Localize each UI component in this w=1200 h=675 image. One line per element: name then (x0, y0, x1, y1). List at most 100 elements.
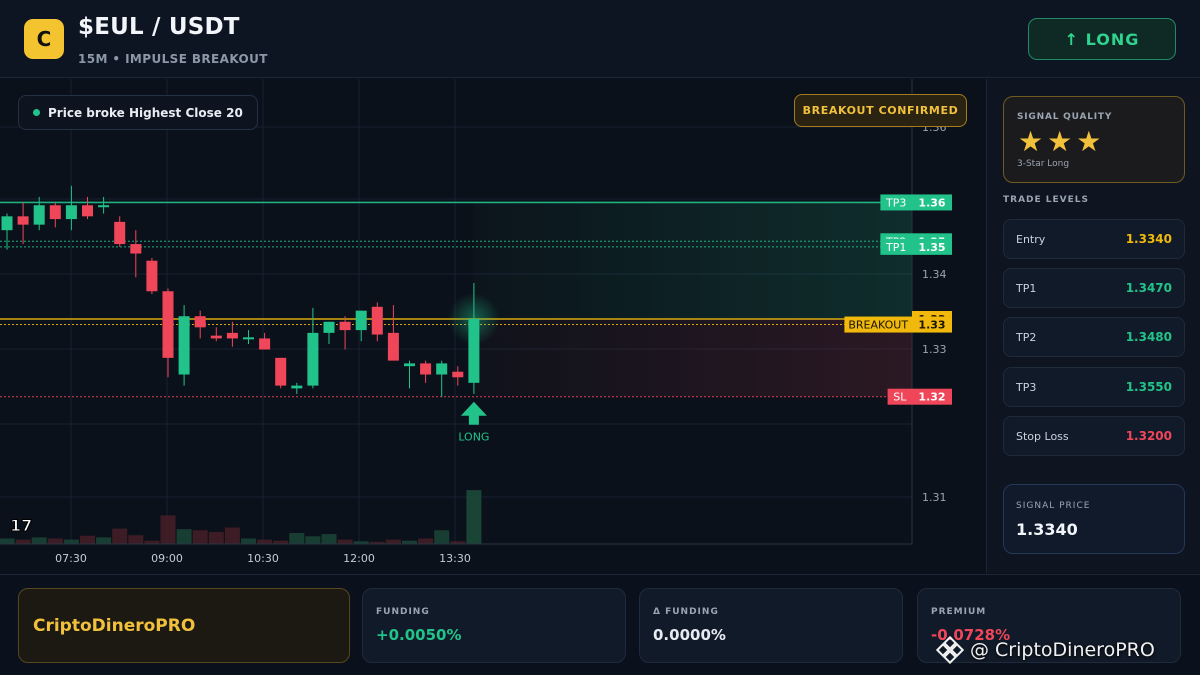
candle-body (339, 321, 351, 331)
watermark-text: @ CriptoDineroPRO (970, 639, 1155, 661)
take-profit-zone (473, 202, 912, 319)
candle-body (226, 332, 238, 339)
candle-body (17, 216, 29, 225)
candle-body (33, 205, 45, 225)
star-rating-icon: ★★★ (1018, 125, 1106, 158)
pair-subtitle: 15M • IMPULSE BREAKOUT (78, 52, 268, 66)
volume-bar (63, 539, 79, 544)
candle-body (355, 310, 367, 331)
candle-body (82, 205, 93, 217)
delta-funding-title: Δ FUNDING (653, 607, 719, 617)
trade-level-stop-loss: Stop Loss 1.3200 (1003, 416, 1185, 456)
candle-body (468, 319, 480, 383)
candle-body (162, 291, 174, 358)
candle-body (307, 332, 319, 386)
trade-level-value: 1.3340 (1125, 232, 1172, 246)
candle-body (323, 321, 335, 333)
pair-title: $EUL / USDT (78, 14, 240, 40)
level-price-text: 1.32 (918, 391, 945, 404)
premium-title: PREMIUM (931, 607, 987, 617)
candle-body (452, 371, 464, 378)
trade-level-tp3: TP3 1.3550 (1003, 367, 1185, 407)
volume-bar (128, 535, 144, 544)
brand-card: CriptoDineroPRO (18, 588, 350, 663)
signal-sidebar: SIGNAL QUALITY ★★★ 3-Star Long TRADE LEV… (986, 79, 1200, 573)
candle-body (146, 260, 158, 292)
trade-level-tp2: TP2 1.3480 (1003, 317, 1185, 357)
volume-bar (176, 529, 192, 544)
coin-logo-icon: C (24, 19, 64, 59)
volume-bar (15, 539, 31, 544)
trade-levels-title: TRADE LEVELS (1003, 195, 1089, 205)
breakout-confirmed-badge: BREAKOUT CONFIRMED (794, 94, 967, 127)
funding-card: FUNDING +0.0050% (362, 588, 626, 663)
candle-body (98, 205, 110, 208)
signal-quality-title: SIGNAL QUALITY (1017, 112, 1113, 122)
candle-body (420, 363, 432, 375)
time-axis-label: 12:00 (343, 552, 375, 565)
volume-bar (224, 527, 240, 544)
level-name-text: TP3 (885, 196, 906, 209)
volume-bar (0, 538, 15, 544)
volume-bar (112, 528, 128, 544)
level-price-text: 1.36 (918, 196, 945, 209)
time-axis-label: 07:30 (55, 552, 87, 565)
volume-bar (466, 490, 482, 544)
candle-body (436, 363, 448, 375)
candle-body (65, 205, 77, 220)
volume-bar (321, 534, 337, 544)
trade-level-label: TP1 (1016, 281, 1037, 295)
price-axis-label: 1.34 (922, 268, 947, 281)
volume-bar (160, 515, 176, 544)
volume-bar (192, 530, 208, 544)
time-axis-label: 10:30 (247, 552, 279, 565)
volume-bar (31, 537, 47, 544)
trade-level-value: 1.3550 (1125, 380, 1172, 394)
candle-body (259, 338, 271, 350)
status-dot-icon (33, 109, 40, 116)
volume-bar (47, 538, 63, 544)
volume-bar (305, 536, 321, 544)
time-axis-label: 09:00 (151, 552, 183, 565)
trade-level-label: Stop Loss (1016, 429, 1069, 443)
volume-bar (385, 539, 401, 544)
trade-level-entry: Entry 1.3340 (1003, 219, 1185, 259)
candlestick-chart-svg[interactable]: LONG 1.36 1.35 1.34 1.33 1.31 07:30 09:00 10:30 1… (0, 79, 985, 573)
trade-level-value: 1.3200 (1125, 429, 1172, 443)
signal-price-card: SIGNAL PRICE 1.3340 (1003, 484, 1185, 554)
funding-title: FUNDING (376, 607, 430, 617)
binance-square-logo-icon (936, 636, 964, 664)
info-pill: Price broke Highest Close 20 (18, 95, 258, 130)
signal-price-value: 1.3340 (1016, 520, 1078, 539)
delta-funding-value: 0.0000% (653, 626, 726, 644)
level-name-text: SL (893, 391, 907, 404)
signal-price-title: SIGNAL PRICE (1016, 501, 1091, 511)
delta-funding-card: Δ FUNDING 0.0000% (639, 588, 903, 663)
level-name-text: BREAKOUT (848, 319, 908, 332)
trade-level-tp1: TP1 1.3470 (1003, 268, 1185, 308)
candle-body (291, 385, 303, 389)
candle-body (371, 306, 383, 335)
volume-bar (337, 539, 353, 544)
trade-level-value: 1.3470 (1125, 281, 1172, 295)
price-axis-label: 1.33 (922, 343, 947, 356)
volume-bar (96, 537, 112, 544)
volume-bar (241, 538, 256, 544)
long-direction-button[interactable]: ↑ LONG (1028, 18, 1176, 60)
time-axis-label: 13:30 (439, 552, 471, 565)
volume-bar (257, 539, 273, 544)
trade-level-label: Entry (1016, 232, 1046, 246)
level-name-text: TP1 (885, 241, 906, 254)
candle-body (275, 357, 287, 386)
trade-level-label: TP3 (1016, 380, 1037, 394)
candle-body (114, 221, 126, 245)
long-signal-label: LONG (458, 431, 489, 444)
price-chart[interactable]: LONG 1.36 1.35 1.34 1.33 1.31 07:30 09:00 10:30 1… (0, 79, 985, 573)
volume-bar (208, 531, 224, 544)
volume-bar (418, 538, 434, 544)
volume-bar (434, 530, 450, 544)
candle-body (210, 335, 222, 339)
level-price-text: 1.33 (918, 319, 945, 332)
signal-quality-card: SIGNAL QUALITY ★★★ 3-Star Long (1003, 96, 1185, 183)
tradingview-logo-icon: 17 (10, 516, 32, 535)
